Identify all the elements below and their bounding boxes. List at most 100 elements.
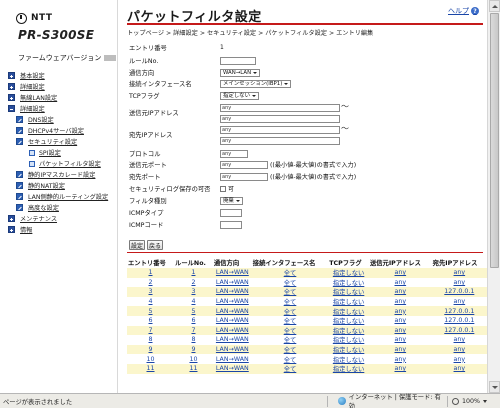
table-cell-link[interactable]: any	[454, 356, 466, 363]
table-cell-link[interactable]: any	[395, 356, 407, 363]
table-cell-link[interactable]: LAN→WAN	[216, 365, 249, 372]
rule-no-input[interactable]	[220, 56, 256, 65]
sidebar-item-label[interactable]: 詳細設定	[20, 104, 45, 113]
table-cell-link[interactable]: 指定しない	[333, 289, 364, 296]
sidebar-item-label[interactable]: 高度な設定	[28, 203, 59, 212]
table-cell-link[interactable]: any	[395, 298, 407, 305]
edit-icon[interactable]	[16, 171, 23, 178]
table-cell-link[interactable]: LAN→WAN	[216, 288, 249, 295]
table-cell-link[interactable]: LAN→WAN	[216, 317, 249, 324]
table-cell-link[interactable]: 4	[149, 298, 153, 305]
sidebar-item-label[interactable]: セキュリティ設定	[28, 137, 77, 146]
table-cell-link[interactable]: 全て	[284, 347, 297, 354]
collapse-icon[interactable]	[8, 105, 15, 112]
table-cell-link[interactable]: 指定しない	[333, 337, 364, 344]
table-cell-link[interactable]: 全て	[284, 289, 297, 296]
log-checkbox[interactable]	[220, 185, 226, 192]
filter-type-select[interactable]: 廃棄	[220, 196, 243, 205]
direction-select[interactable]: WAN→LAN	[220, 68, 261, 77]
protocol-input[interactable]: any	[220, 149, 248, 158]
table-cell-link[interactable]: 全て	[284, 299, 297, 306]
edit-icon[interactable]	[16, 138, 23, 145]
sidebar-item[interactable]: セキュリティ設定	[16, 136, 116, 147]
table-cell-link[interactable]: 9	[149, 346, 153, 353]
sidebar-item-label[interactable]: LAN側静的ルーティング設定	[28, 192, 108, 201]
table-cell-link[interactable]: 10	[147, 356, 155, 363]
table-cell-link[interactable]: 指定しない	[333, 366, 364, 373]
vertical-scrollbar[interactable]	[487, 0, 500, 393]
sidebar-item[interactable]: メンテナンス	[8, 213, 116, 224]
expand-icon[interactable]	[8, 215, 15, 222]
table-cell-link[interactable]: any	[395, 327, 407, 334]
edit-icon[interactable]	[16, 204, 23, 211]
edit-icon[interactable]	[16, 127, 23, 134]
sidebar-item[interactable]: DHCPv4サーバ設定	[16, 125, 116, 136]
icmp-type-input[interactable]	[220, 208, 242, 217]
sidebar-item[interactable]: 無線LAN設定	[8, 92, 116, 103]
table-cell-link[interactable]: 8	[191, 336, 195, 343]
dst-port-input[interactable]: any	[220, 172, 268, 181]
table-cell-link[interactable]: LAN→WAN	[216, 346, 249, 353]
table-cell-link[interactable]: 3	[191, 288, 195, 295]
table-cell-link[interactable]: 7	[191, 327, 195, 334]
table-cell-link[interactable]: 全て	[284, 270, 297, 277]
table-cell-link[interactable]: 全て	[284, 318, 297, 325]
table-cell-link[interactable]: any	[395, 336, 407, 343]
tcp-flag-select[interactable]: 指定しない	[220, 91, 259, 100]
table-cell-link[interactable]: any	[395, 269, 407, 276]
sidebar-item[interactable]: パケットフィルタ設定	[29, 158, 116, 169]
back-button[interactable]: 戻る	[147, 240, 163, 250]
sidebar-item-label[interactable]: 情報	[20, 225, 32, 234]
table-cell-link[interactable]: 指定しない	[333, 318, 364, 325]
sidebar-item[interactable]: 情報	[8, 224, 116, 235]
sidebar-item[interactable]: 静的NAT設定	[16, 180, 116, 191]
sidebar-item[interactable]: SPI設定	[29, 147, 116, 158]
table-cell-link[interactable]: any	[454, 365, 466, 372]
table-cell-link[interactable]: 全て	[284, 309, 297, 316]
src-ip-end-input[interactable]: any	[220, 114, 340, 123]
table-cell-link[interactable]: 指定しない	[333, 328, 364, 335]
interface-select[interactable]: メインセッション(IBP1)	[220, 79, 292, 88]
table-cell-link[interactable]: LAN→WAN	[216, 298, 249, 305]
edit-icon[interactable]	[16, 193, 23, 200]
table-cell-link[interactable]: 4	[191, 298, 195, 305]
sidebar-item-label[interactable]: 無線LAN設定	[20, 93, 57, 102]
sidebar-item[interactable]: 詳細設定	[8, 103, 116, 114]
table-cell-link[interactable]: any	[454, 336, 466, 343]
page-icon[interactable]	[29, 160, 35, 167]
table-cell-link[interactable]: 127.0.0.1	[444, 327, 474, 334]
table-cell-link[interactable]: any	[395, 317, 407, 324]
src-port-input[interactable]: any	[220, 160, 268, 169]
table-cell-link[interactable]: LAN→WAN	[216, 356, 249, 363]
table-cell-link[interactable]: 10	[189, 356, 197, 363]
table-cell-link[interactable]: 1	[191, 269, 195, 276]
table-cell-link[interactable]: 全て	[284, 328, 297, 335]
table-cell-link[interactable]: any	[395, 288, 407, 295]
dst-ip-start-input[interactable]: any	[220, 125, 340, 134]
scroll-up-icon[interactable]	[489, 0, 500, 12]
sidebar-item-label[interactable]: 静的IPマスカレード設定	[28, 170, 95, 179]
table-cell-link[interactable]: 6	[191, 317, 195, 324]
table-cell-link[interactable]: 11	[147, 365, 155, 372]
chevron-down-icon[interactable]	[483, 399, 488, 403]
table-cell-link[interactable]: any	[454, 298, 466, 305]
page-icon[interactable]	[29, 149, 35, 156]
src-ip-start-input[interactable]: any	[220, 103, 340, 112]
table-cell-link[interactable]: 5	[191, 308, 195, 315]
help-label[interactable]: ヘルプ	[448, 6, 469, 16]
expand-icon[interactable]	[8, 72, 15, 79]
table-cell-link[interactable]: 全て	[284, 357, 297, 364]
table-cell-link[interactable]: 指定しない	[333, 299, 364, 306]
sidebar-item-label[interactable]: SPI設定	[39, 148, 61, 157]
sidebar-item[interactable]: 静的IPマスカレード設定	[16, 169, 116, 180]
sidebar-item-label[interactable]: 静的NAT設定	[28, 181, 65, 190]
sidebar-item[interactable]: LAN側静的ルーティング設定	[16, 191, 116, 202]
icmp-code-input[interactable]	[220, 220, 242, 229]
dst-ip-end-input[interactable]: any	[220, 136, 340, 145]
table-cell-link[interactable]: 127.0.0.1	[444, 317, 474, 324]
scrollbar-thumb[interactable]	[490, 13, 499, 268]
sidebar-item[interactable]: 高度な設定	[16, 202, 116, 213]
table-cell-link[interactable]: 指定しない	[333, 309, 364, 316]
table-cell-link[interactable]: 5	[149, 308, 153, 315]
table-cell-link[interactable]: 指定しない	[333, 357, 364, 364]
